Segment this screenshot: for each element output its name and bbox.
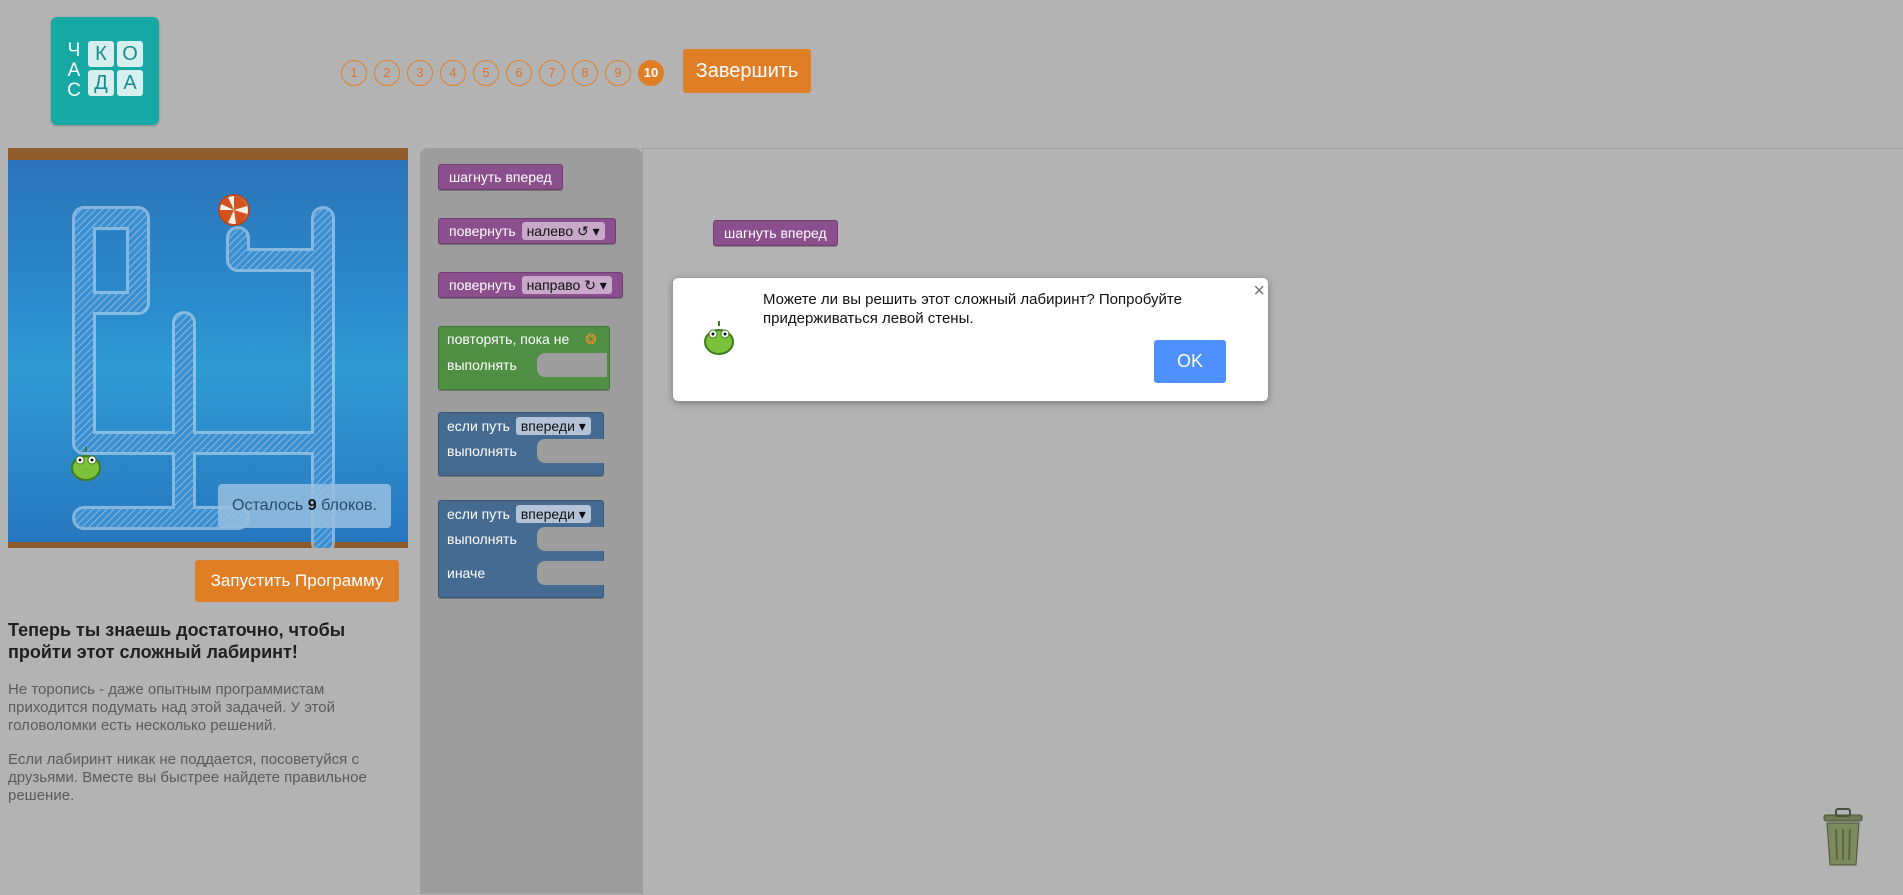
candy-goal-icon: ❂ <box>585 331 597 347</box>
remaining-suffix: блоков. <box>321 497 377 514</box>
level-dot-8[interactable]: 8 <box>572 60 598 86</box>
ok-button[interactable]: OK <box>1154 340 1226 383</box>
direction-dropdown[interactable]: налево ↺ ▾ <box>521 222 605 240</box>
level-dot-3[interactable]: 3 <box>407 60 433 86</box>
finish-button[interactable]: Завершить <box>683 49 811 93</box>
level-progress: 1 2 3 4 5 6 7 8 9 10 <box>341 60 664 86</box>
close-icon[interactable]: × <box>1253 280 1265 303</box>
block-label: повернуть <box>449 223 516 239</box>
level-dot-1[interactable]: 1 <box>341 60 367 86</box>
logo-tile: Д <box>88 70 114 96</box>
dropdown-value: впереди <box>520 506 575 522</box>
instructions-title: Теперь ты знаешь достаточно, чтобы пройт… <box>8 620 346 662</box>
block-toolbox: шагнуть вперед повернуть налево ↺ ▾ пове… <box>420 148 642 894</box>
hint-dialog: Можете ли вы решить этот сложный лабирин… <box>673 278 1268 401</box>
dropdown-value: впереди <box>520 418 575 434</box>
block-label: повернуть <box>449 277 516 293</box>
level-dot-5[interactable]: 5 <box>473 60 499 86</box>
if-else-block[interactable]: если путь впереди ▾ выполнять иначе <box>438 500 607 598</box>
block-do-label: выполнять <box>447 531 517 547</box>
logo-tile: О <box>117 41 143 67</box>
instructions-paragraph-2: Если лабиринт никак не поддается, посове… <box>8 751 367 804</box>
logo-letter: Ч <box>67 40 81 61</box>
block-label: если путь <box>447 506 510 522</box>
trash-can-icon[interactable] <box>1818 805 1868 869</box>
candy-icon <box>218 194 250 226</box>
dropdown-value: направо ↻ <box>526 277 596 293</box>
block-header: если путь впереди ▾ <box>447 505 591 523</box>
logo-tile: А <box>117 70 143 96</box>
code-hour-logo: Ч А С К О Д А <box>51 17 159 125</box>
level-dot-10-current[interactable]: 10 <box>638 60 664 86</box>
instructions-paragraph-1: Не торопись - даже опытным программистам… <box>8 681 335 734</box>
statement-slot[interactable] <box>537 527 607 551</box>
block-label: если путь <box>447 418 510 434</box>
maze-canvas: Осталось 9 блоков. <box>8 148 408 548</box>
run-program-button[interactable]: Запустить Программу <box>195 560 399 602</box>
blocks-remaining-badge: Осталось 9 блоков. <box>218 484 391 528</box>
level-dot-2[interactable]: 2 <box>374 60 400 86</box>
block-label: шагнуть вперед <box>724 225 827 241</box>
repeat-until-block[interactable]: повторять, пока не ❂ выполнять <box>438 326 610 390</box>
path-direction-dropdown[interactable]: впереди ▾ <box>515 417 591 435</box>
level-dot-4[interactable]: 4 <box>440 60 466 86</box>
turn-right-block[interactable]: повернуть направо ↻ ▾ <box>438 272 623 298</box>
block-header: если путь впереди ▾ <box>447 417 591 435</box>
code-workspace[interactable]: шагнуть вперед <box>642 148 1903 895</box>
remaining-count: 9 <box>307 497 317 514</box>
level-dot-7[interactable]: 7 <box>539 60 565 86</box>
if-path-block[interactable]: если путь впереди ▾ выполнять <box>438 412 607 476</box>
om-nom-avatar-icon <box>704 321 734 355</box>
logo-vertical-text: Ч А С <box>67 41 81 101</box>
block-do-label: выполнять <box>447 357 517 373</box>
om-nom-icon <box>71 447 101 481</box>
block-label: повторять, пока не <box>447 331 570 347</box>
dialog-message: Можете ли вы решить этот сложный лабирин… <box>763 291 1182 327</box>
path-direction-dropdown[interactable]: впереди ▾ <box>515 505 591 523</box>
workspace-move-forward-block[interactable]: шагнуть вперед <box>713 220 838 246</box>
move-forward-block[interactable]: шагнуть вперед <box>438 164 563 190</box>
turn-left-block[interactable]: повернуть налево ↺ ▾ <box>438 218 616 244</box>
remaining-prefix: Осталось <box>232 497 304 514</box>
logo-letter: А <box>67 60 81 81</box>
else-statement-slot[interactable] <box>537 561 607 585</box>
logo-tile: К <box>88 41 114 67</box>
level-dot-9[interactable]: 9 <box>605 60 631 86</box>
statement-slot[interactable] <box>537 353 607 377</box>
dropdown-value: налево ↺ <box>526 223 589 239</box>
direction-dropdown[interactable]: направо ↻ ▾ <box>521 276 612 294</box>
block-else-label: иначе <box>447 565 486 581</box>
logo-letter: С <box>67 80 81 101</box>
level-dot-6[interactable]: 6 <box>506 60 532 86</box>
block-label: шагнуть вперед <box>449 169 552 185</box>
statement-slot[interactable] <box>537 439 607 463</box>
block-do-label: выполнять <box>447 443 517 459</box>
